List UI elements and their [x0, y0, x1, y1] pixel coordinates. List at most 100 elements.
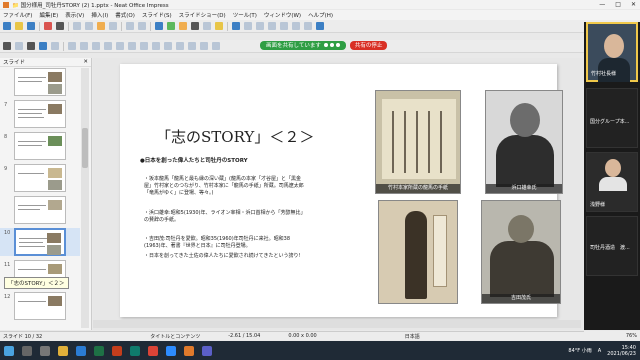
impress-icon[interactable]	[184, 345, 194, 356]
line-icon[interactable]	[68, 42, 76, 50]
slide-thumbnail[interactable]: 7	[0, 100, 80, 128]
chrome-icon[interactable]	[148, 345, 158, 356]
body-line[interactable]: ・日本を創ってきた土佐の偉人たちに愛飲され続けてきたという誇り!	[144, 253, 359, 260]
body-line[interactable]: ・吉田茂:司牡丹を愛飲。昭和35(1960)年司牡丹に来社。昭和38	[144, 236, 359, 243]
copy-icon[interactable]	[85, 22, 93, 30]
menu-insert[interactable]: 挿入(I)	[91, 11, 108, 19]
slide-layout-icon[interactable]	[244, 22, 252, 30]
chart-icon[interactable]	[179, 22, 187, 30]
search-icon[interactable]	[22, 345, 32, 356]
slide-thumbnail[interactable]	[0, 196, 80, 224]
redo-icon[interactable]	[138, 22, 146, 30]
line-color-icon[interactable]	[51, 42, 59, 50]
body-line[interactable]: ・浜口雄幸:昭和5(1930)年、ライオン宰相・浜口首相から「芳醇無比」	[144, 210, 359, 217]
body-line[interactable]: の賛辞の手紙。	[144, 217, 359, 224]
participant-tile[interactable]: 国分グループ本...	[586, 88, 638, 148]
scrollbar-thumb[interactable]	[82, 128, 88, 168]
body-line[interactable]: 屋」竹村家とのつながり、竹村本家に「龍馬の手紙」所蔵。司馬遼太郎	[144, 183, 359, 190]
curve-icon[interactable]	[116, 42, 124, 50]
slides-panel-close-icon[interactable]: ✕	[83, 59, 88, 65]
paste-icon[interactable]	[97, 22, 105, 30]
sharing-indicator[interactable]: 画面を共有しています	[260, 40, 346, 50]
slide-thumbnail[interactable]: 9	[0, 164, 80, 192]
start-slideshow-icon[interactable]	[232, 22, 240, 30]
select-icon[interactable]	[3, 42, 11, 50]
special-char-icon[interactable]	[203, 22, 211, 30]
slide-thumbnail[interactable]	[0, 68, 80, 96]
share-controls[interactable]	[323, 43, 340, 47]
maximize-button[interactable]: □	[615, 1, 621, 8]
participant-tile[interactable]: 浅野様	[586, 152, 638, 212]
flowchart-icon[interactable]	[176, 42, 184, 50]
open-icon[interactable]	[15, 22, 23, 30]
connector-icon[interactable]	[128, 42, 136, 50]
slide-thumbnail-selected[interactable]: 10	[0, 228, 80, 256]
symbol-shapes-icon[interactable]	[152, 42, 160, 50]
block-arrows-icon[interactable]	[164, 42, 172, 50]
text-icon[interactable]	[27, 42, 35, 50]
participant-tile[interactable]: 司牡丹酒造 渡...	[586, 216, 638, 276]
menu-window[interactable]: ウィンドウ(W)	[264, 11, 301, 19]
menu-file[interactable]: ファイル(F)	[3, 11, 32, 19]
sidebar-toggle-icon[interactable]	[316, 22, 324, 30]
image-icon[interactable]	[167, 22, 175, 30]
participant-tile[interactable]: 竹村社長様	[586, 22, 638, 82]
print-icon[interactable]	[56, 22, 64, 30]
delete-slide-icon[interactable]	[280, 22, 288, 30]
menu-help[interactable]: ヘルプ(H)	[308, 11, 333, 19]
letter-photo[interactable]: 竹村本家所蔵の龍馬の手紙	[375, 90, 461, 194]
slide-title[interactable]: 「志のSTORY」＜２＞	[156, 126, 314, 147]
zoom-level[interactable]: 76%	[584, 331, 640, 340]
yoshida-photo[interactable]: 吉田茂氏	[481, 200, 561, 304]
stars-icon[interactable]	[200, 42, 208, 50]
arrow-icon[interactable]	[104, 42, 112, 50]
clone-format-icon[interactable]	[109, 22, 117, 30]
ellipse-icon[interactable]	[92, 42, 100, 50]
new-slide-icon[interactable]	[256, 22, 264, 30]
cut-icon[interactable]	[73, 22, 81, 30]
slide[interactable]: 「志のSTORY」＜２＞ ●日本を創った偉人たちと司牡丹のSTORY ・坂本龍馬…	[120, 64, 563, 317]
minimize-button[interactable]: —	[599, 1, 605, 8]
word-icon[interactable]	[76, 345, 86, 356]
body-line[interactable]: 「竜馬がゆく」に登場、等々。)	[144, 190, 359, 197]
table-icon[interactable]	[155, 22, 163, 30]
duplicate-slide-icon[interactable]	[268, 22, 276, 30]
fontwork-icon[interactable]	[215, 22, 223, 30]
textbox-icon[interactable]	[191, 22, 199, 30]
menu-slide[interactable]: スライド(S)	[142, 11, 172, 19]
slide-thumbnail[interactable]: 12	[0, 292, 80, 320]
menu-tools[interactable]: ツール(T)	[233, 11, 257, 19]
hamaguchi-photo[interactable]: 浜口雄幸氏	[485, 90, 563, 194]
slide-subtitle[interactable]: ●日本を創った偉人たちと司牡丹のSTORY	[140, 156, 248, 164]
explorer-icon[interactable]	[58, 345, 68, 356]
zoom-app-icon[interactable]	[166, 345, 176, 356]
menu-edit[interactable]: 編集(E)	[39, 11, 58, 19]
stop-share-button[interactable]: 共有の停止	[349, 40, 388, 50]
ryoma-photo[interactable]	[378, 200, 458, 304]
teams-icon[interactable]	[202, 345, 212, 356]
edge-icon[interactable]	[130, 345, 140, 356]
basic-shapes-icon[interactable]	[140, 42, 148, 50]
slide-canvas[interactable]: 「志のSTORY」＜２＞ ●日本を創った偉人たちと司牡丹のSTORY ・坂本龍馬…	[93, 58, 583, 330]
callouts-icon[interactable]	[188, 42, 196, 50]
close-button[interactable]: ✕	[631, 1, 636, 8]
display-views-icon[interactable]	[292, 22, 300, 30]
body-line[interactable]: ・坂本龍馬「龍馬と最も縁の深い蔵」(龍馬の本家「才谷屋」と「黒金	[144, 176, 359, 183]
slide-thumbnail[interactable]: 8	[0, 132, 80, 160]
new-icon[interactable]	[3, 22, 11, 30]
clock[interactable]: 15:40 2021/06/23	[607, 345, 636, 357]
excel-icon[interactable]	[94, 345, 104, 356]
slides-scrollbar[interactable]	[81, 68, 89, 328]
undo-icon[interactable]	[126, 22, 134, 30]
ime-indicator[interactable]: A	[598, 348, 601, 354]
zoom-icon[interactable]	[15, 42, 23, 50]
body-line[interactable]: (1963)年、著書『世界と日本』に司牡丹登場。	[144, 243, 359, 250]
save-icon[interactable]	[27, 22, 35, 30]
menu-view[interactable]: 表示(V)	[65, 11, 84, 19]
weather[interactable]: 84°F 小雨	[568, 347, 591, 354]
3d-objects-icon[interactable]	[212, 42, 220, 50]
start-icon[interactable]	[4, 345, 14, 356]
fill-color-icon[interactable]	[39, 42, 47, 50]
menu-format[interactable]: 書式(O)	[115, 11, 135, 19]
export-pdf-icon[interactable]	[44, 22, 52, 30]
